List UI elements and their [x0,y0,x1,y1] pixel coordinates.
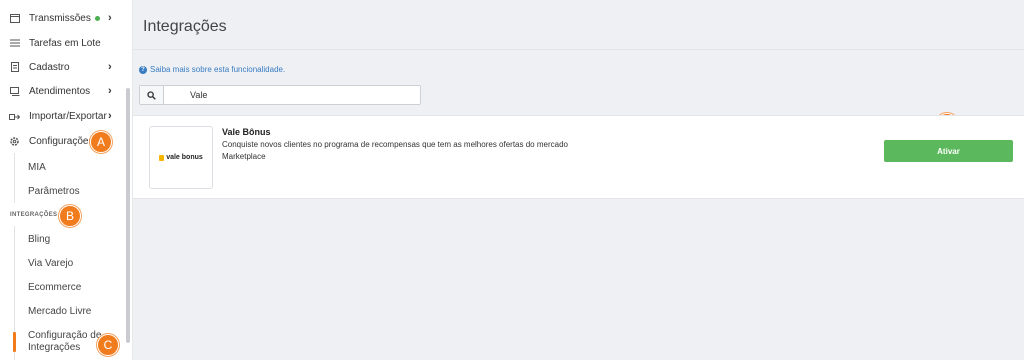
sidebar-item-atendimentos[interactable]: Atendimentos › [0,79,125,103]
sidebar-item-label: Cadastro [29,61,70,73]
sidebar-subitem-mia[interactable]: MIA [28,162,46,173]
annotation-badge-b: B [59,205,81,227]
chat-icon [9,86,20,97]
sidebar-item-tarefas-em-lote[interactable]: Tarefas em Lote [0,31,125,55]
vale-bonus-logo: vale bonus [159,154,203,161]
sidebar-scrollbar[interactable] [126,88,130,343]
help-link-text: Saiba mais sobre esta funcionalidade. [150,65,286,74]
question-icon: ? [139,65,147,74]
chevron-right-icon: › [108,110,112,122]
sidebar-item-cadastro[interactable]: Cadastro › [0,55,125,79]
help-link[interactable]: ? Saiba mais sobre esta funcionalidade. [139,65,285,74]
sidebar-subitem-via-varejo[interactable]: Via Varejo [28,258,73,269]
sidebar: Transmissões › Tarefas em Lote Cadastro … [0,0,133,360]
import-export-icon [9,111,20,122]
chevron-right-icon: › [108,12,112,24]
annotation-badge-c: C [97,334,119,356]
sidebar-item-importar-exportar[interactable]: Importar/Exportar › [0,104,125,128]
annotation-badge-a: A [90,131,112,153]
logo-mark-icon [159,154,165,161]
page-header: Integrações [133,0,1024,50]
sidebar-subitem-bling[interactable]: Bling [28,234,50,245]
search-icon[interactable] [140,86,164,104]
sidebar-item-label: Importar/Exportar [29,110,107,122]
active-item-marker [13,332,16,352]
integration-card: vale bonus Vale Bônus Conquiste novos cl… [133,115,1024,199]
sidebar-item-label: Tarefas em Lote [29,37,101,49]
status-dot [95,15,100,21]
gear-icon [9,136,20,147]
sidebar-subitem-mercado-livre[interactable]: Mercado Livre [28,306,91,317]
chevron-right-icon: › [108,61,112,73]
list-icon [9,38,20,49]
integration-description: Conquiste novos clientes no programa de … [222,140,568,149]
sidebar-item-label: Atendimentos [29,85,91,97]
sidebar-item-label: Transmissões [29,12,91,24]
clipboard-icon [9,62,20,73]
page-title: Integrações [143,18,227,35]
chevron-right-icon: › [108,85,112,97]
integration-category: Marketplace [222,152,266,161]
sidebar-item-transmissoes[interactable]: Transmissões › [0,6,125,30]
integration-title: Vale Bônus [222,127,271,137]
sidebar-item-label: Configurações [29,135,94,147]
sidebar-subitem-parametros[interactable]: Parâmetros [28,186,80,197]
activate-button[interactable]: Ativar [884,140,1013,162]
sidebar-subitem-configuracao-de-integracoes[interactable]: Configuração de Integrações [28,330,108,354]
submenu-guide-line [14,153,15,203]
section-title-integracoes: INTEGRAÇÕES [10,212,58,218]
calendar-icon [9,13,20,24]
search-box [139,85,421,105]
integration-logo: vale bonus [149,126,213,189]
sidebar-subitem-ecommerce[interactable]: Ecommerce [28,282,81,293]
search-input[interactable] [166,86,416,104]
